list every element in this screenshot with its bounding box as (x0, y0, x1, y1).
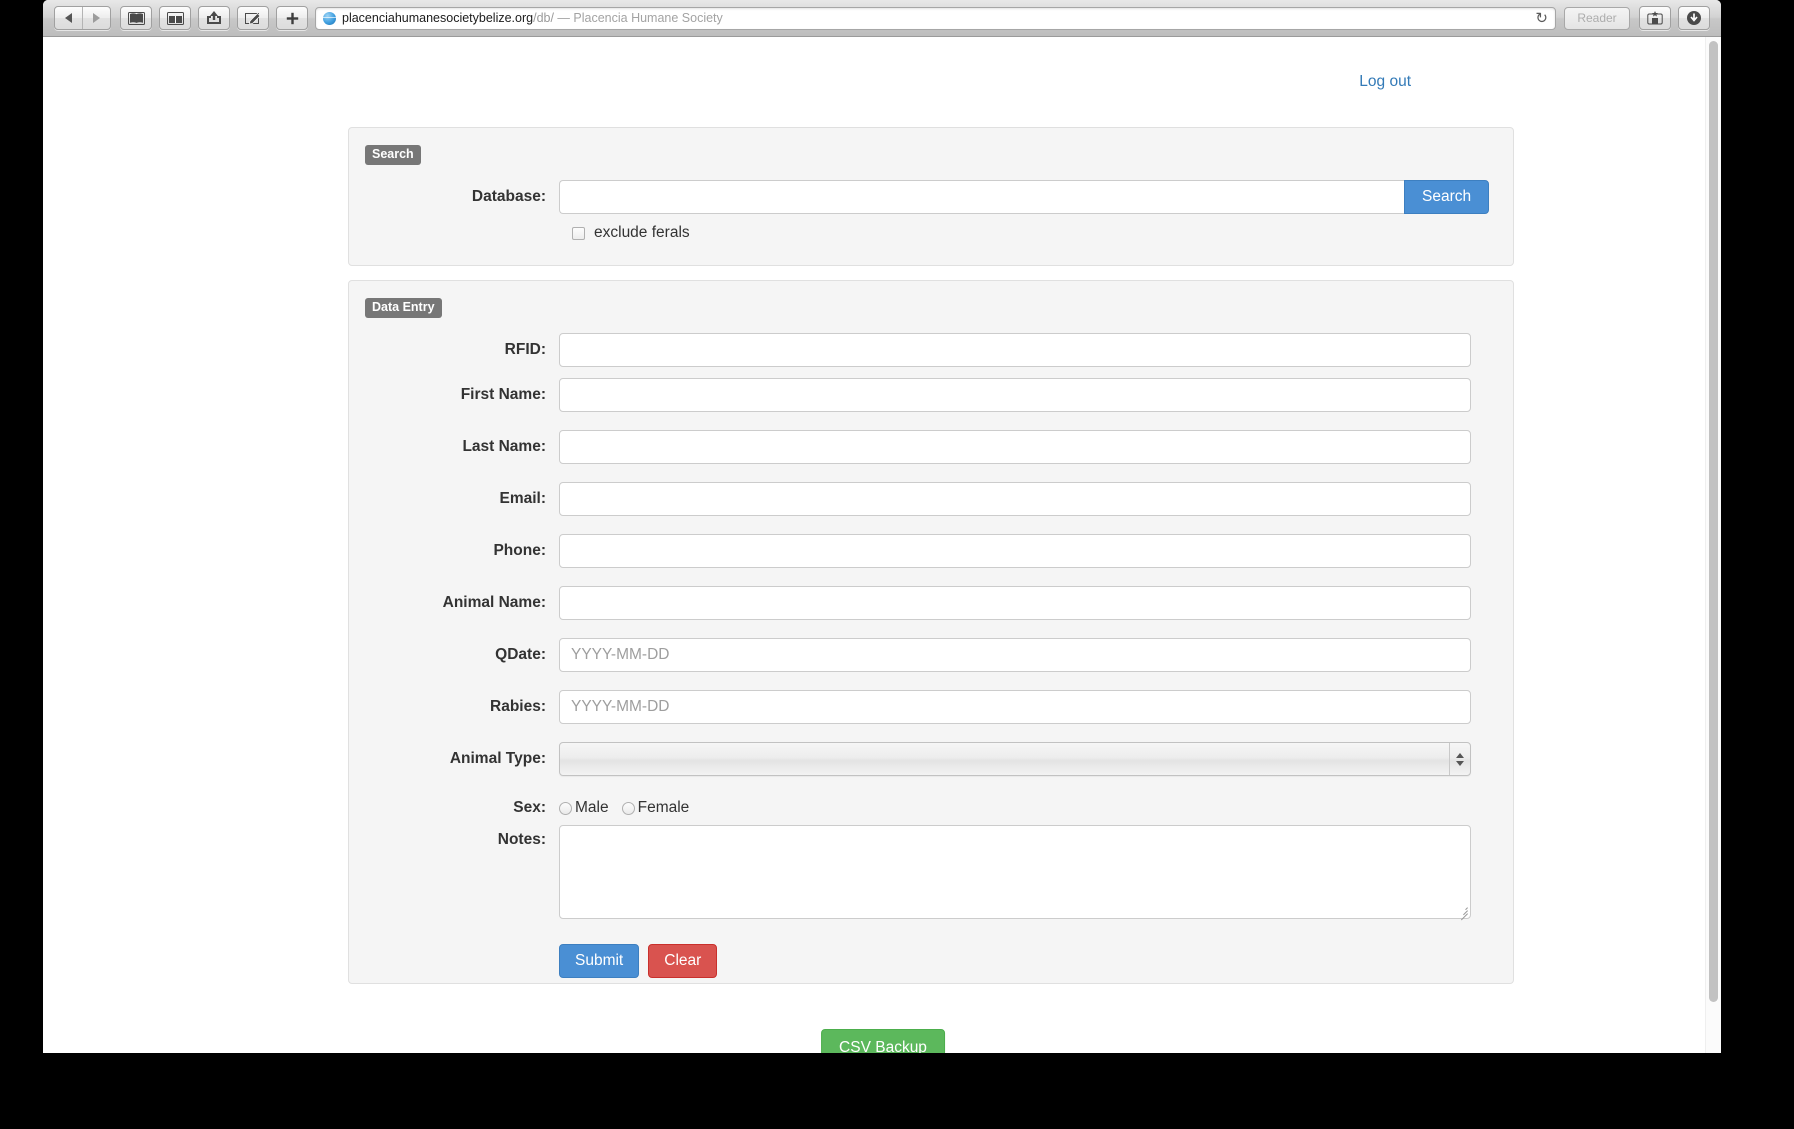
new-tab-button[interactable] (276, 6, 308, 30)
chevron-down-icon (1456, 760, 1464, 766)
search-button[interactable]: Search (1404, 180, 1490, 214)
first-name-row: First Name: (349, 378, 1513, 412)
exclude-ferals-checkbox[interactable] (572, 226, 585, 240)
web-page-content: Log out Search Database: Search exclude … (43, 37, 1721, 1053)
compose-pencil-icon (244, 13, 260, 25)
rfid-row: RFID: (349, 333, 1513, 367)
data-entry-panel-legend: Data Entry (365, 298, 442, 318)
logout-row: Log out (1359, 73, 1411, 91)
last-name-label: Last Name: (462, 438, 546, 455)
rfid-input[interactable] (559, 333, 1471, 367)
database-label: Database: (471, 188, 546, 205)
globe-icon (323, 11, 336, 25)
bookmarks-button[interactable] (120, 6, 152, 30)
url-path: /db/ (533, 10, 554, 25)
compose-button[interactable] (237, 6, 269, 30)
phone-input[interactable] (559, 534, 1471, 568)
resize-grip-icon[interactable] (1457, 905, 1468, 921)
browser-toolbar: placenciahumanesocietybelize.org/db/ — P… (43, 0, 1721, 37)
sex-female-radio[interactable] (621, 801, 635, 815)
url-host: placenciahumanesocietybelize.org (342, 10, 534, 25)
browser-window: placenciahumanesocietybelize.org/db/ — P… (43, 0, 1721, 1053)
logout-link[interactable]: Log out (1359, 73, 1411, 90)
add-bookmark-button[interactable] (1639, 6, 1671, 30)
phone-row: Phone: (349, 534, 1513, 568)
exclude-ferals-label: exclude ferals (594, 224, 690, 241)
last-name-row: Last Name: (349, 430, 1513, 464)
reader-button[interactable]: Reader (1564, 6, 1630, 30)
email-label: Email: (499, 490, 546, 507)
nav-button-group (54, 6, 111, 30)
forward-button[interactable] (83, 7, 110, 29)
sex-male-radio[interactable] (559, 801, 572, 815)
back-button[interactable] (55, 7, 83, 29)
downloads-button[interactable] (1678, 6, 1710, 30)
notes-row: Notes: (349, 825, 1513, 935)
first-name-input[interactable] (559, 378, 1471, 412)
csv-backup-button[interactable]: CSV Backup (821, 1029, 945, 1053)
animal-name-row: Animal Name: (349, 586, 1513, 620)
reading-list-icon (166, 11, 184, 25)
database-search-row: Database: Search (349, 180, 1513, 214)
first-name-label: First Name: (460, 386, 546, 403)
rabies-row: Rabies: (349, 690, 1513, 724)
exclude-ferals-row: exclude ferals (572, 224, 690, 242)
submit-button[interactable]: Submit (559, 944, 640, 978)
animal-type-label: Animal Type: (449, 750, 546, 767)
search-input[interactable] (559, 180, 1404, 214)
phone-label: Phone: (493, 542, 546, 559)
notes-textarea[interactable] (559, 825, 1471, 921)
search-panel-legend: Search (365, 145, 421, 165)
address-bar[interactable]: placenciahumanesocietybelize.org/db/ — P… (315, 6, 1556, 30)
share-button[interactable] (198, 6, 230, 30)
search-panel: Search Database: Search exclude ferals (348, 127, 1514, 266)
open-book-icon (127, 11, 145, 25)
form-actions-row: Submit Clear (349, 944, 1513, 978)
sex-female-label: Female (637, 799, 690, 816)
page-scrollbar-track[interactable] (1705, 37, 1721, 1053)
sex-row: Sex: Male Female (349, 793, 1513, 823)
bookmark-add-icon (1647, 11, 1663, 25)
triangle-right-icon (93, 13, 100, 23)
animal-name-label: Animal Name: (442, 594, 546, 611)
stepper-arrows-icon[interactable] (1449, 743, 1470, 775)
rabies-input[interactable] (559, 690, 1471, 724)
clear-button[interactable]: Clear (648, 944, 718, 978)
page-title-text: — Placencia Humane Society (553, 10, 723, 25)
sex-label: Sex: (513, 799, 546, 816)
animal-type-select[interactable] (559, 742, 1471, 776)
qdate-row: QDate: (349, 638, 1513, 672)
download-arrow-icon (1687, 11, 1701, 25)
data-entry-panel: Data Entry RFID: First Name: Last Name: … (348, 280, 1514, 984)
animal-name-input[interactable] (559, 586, 1471, 620)
rabies-label: Rabies: (490, 698, 546, 715)
reading-list-button[interactable] (159, 6, 191, 30)
triangle-left-icon (65, 13, 72, 23)
last-name-input[interactable] (559, 430, 1471, 464)
share-arrow-icon (207, 11, 221, 24)
animal-type-row: Animal Type: (349, 742, 1513, 776)
email-input[interactable] (559, 482, 1471, 516)
page-scrollbar-thumb[interactable] (1709, 41, 1718, 1002)
notes-label: Notes: (497, 831, 546, 848)
rfid-label: RFID: (504, 341, 546, 358)
qdate-label: QDate: (495, 646, 546, 663)
chevron-up-icon (1456, 752, 1464, 758)
plus-icon (286, 12, 298, 24)
reload-icon[interactable]: ↻ (1535, 9, 1551, 27)
qdate-input[interactable] (559, 638, 1471, 672)
email-row: Email: (349, 482, 1513, 516)
screen: placenciahumanesocietybelize.org/db/ — P… (0, 0, 1794, 1129)
sex-male-label: Male (575, 799, 609, 816)
